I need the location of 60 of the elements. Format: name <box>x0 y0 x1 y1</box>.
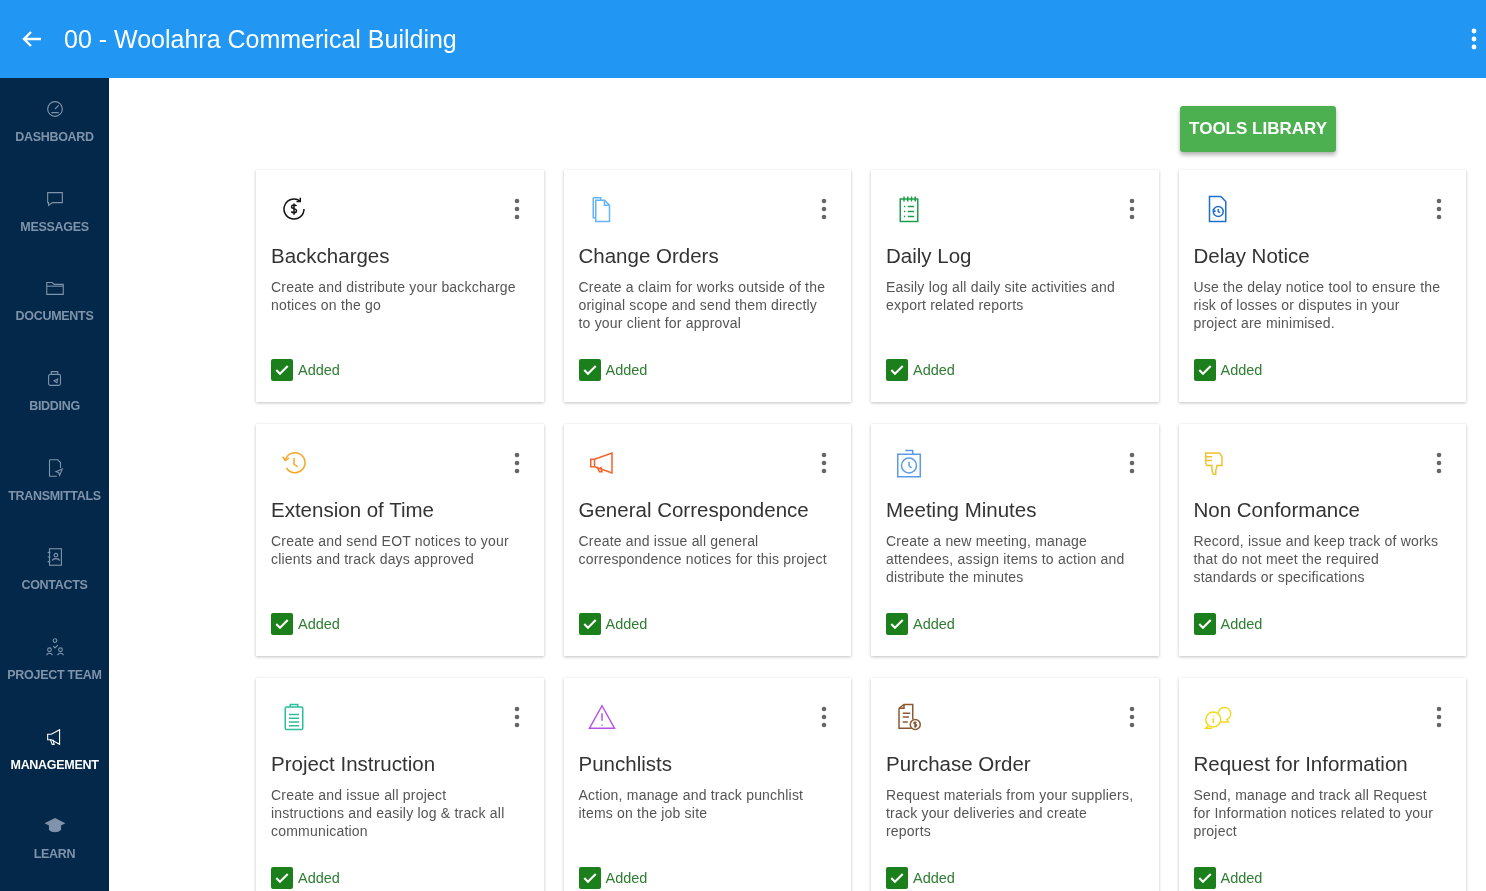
card-menu-icon[interactable] <box>821 452 827 474</box>
card-menu-icon[interactable] <box>1436 706 1442 728</box>
added-checkbox[interactable]: Added <box>578 359 648 381</box>
sidebar-item[interactable]: MANAGEMENT <box>0 711 109 802</box>
card-menu-icon[interactable] <box>821 198 827 220</box>
tool-title: Meeting Minutes <box>886 498 1038 522</box>
sidebar-item[interactable]: DASHBOARD <box>0 84 109 174</box>
card-menu-icon[interactable] <box>1436 198 1442 220</box>
card-menu-icon[interactable] <box>513 452 520 474</box>
sidebar-item[interactable]: TRANSMITTALS <box>0 442 109 533</box>
tool-description: Create and send EOT notices to your clients and track days approved <box>271 532 510 569</box>
tool-title: Purchase Order <box>886 752 1032 776</box>
card-menu-icon[interactable] <box>1128 198 1135 220</box>
tool-title: Project Instruction <box>271 752 437 776</box>
tool-title: Daily Log <box>886 244 973 268</box>
tool-title: Request for Information <box>1193 752 1409 776</box>
added-checkbox[interactable]: Added <box>886 867 955 889</box>
project-title: 00 - Woolahra Commerical Building <box>64 24 458 54</box>
tool-title: Backcharges <box>271 244 391 268</box>
tool-description: Request materials from your suppliers, track your deliveries and create reports <box>886 786 1135 841</box>
added-checkbox[interactable]: Added <box>578 613 648 635</box>
sidebar-item[interactable]: LEARN <box>0 801 109 891</box>
tool-title: Delay Notice <box>1193 244 1311 268</box>
tool-title: General Correspondence <box>578 498 810 522</box>
tool-description: Create and issue all project instructions and easily log & track all communication <box>271 786 506 841</box>
added-checkbox[interactable]: Added <box>271 613 340 635</box>
tool-description: Create and issue all general correspondence notices for this project <box>578 532 827 569</box>
tool-description: Create a claim for works outside of the original scope and send them directly to your client for approval <box>578 278 827 333</box>
tool-description: Create and distribute your backcharge notices on the go <box>271 278 517 315</box>
card-menu-icon[interactable] <box>513 198 520 220</box>
added-checkbox[interactable]: Added <box>1193 359 1263 381</box>
added-checkbox[interactable]: Added <box>271 867 340 889</box>
sidebar-item[interactable]: MESSAGES <box>0 173 109 264</box>
more-options-icon[interactable] <box>1470 28 1478 50</box>
added-checkbox[interactable]: Added <box>578 867 648 889</box>
sidebar-item[interactable]: DOCUMENTS <box>0 263 109 353</box>
sidebar-item[interactable]: PROJECT TEAM <box>0 622 109 712</box>
tool-description: Action, manage and track punchlist items on the job site <box>578 786 805 823</box>
tools-library-button[interactable]: TOOLS LIBRARY <box>1180 106 1336 152</box>
added-checkbox[interactable]: Added <box>1193 613 1263 635</box>
tool-title: Change Orders <box>578 244 720 268</box>
tool-description: Create a new meeting, manage attendees, assign items to action and distribute the minutes <box>886 532 1126 587</box>
added-checkbox[interactable]: Added <box>886 613 955 635</box>
card-menu-icon[interactable] <box>1128 706 1135 728</box>
tool-title: Punchlists <box>578 752 673 776</box>
card-menu-icon[interactable] <box>821 706 827 728</box>
added-checkbox[interactable]: Added <box>886 359 955 381</box>
sidebar-item[interactable]: BIDDING <box>0 353 109 443</box>
added-checkbox[interactable]: Added <box>271 359 340 381</box>
tool-title: Non Conformance <box>1193 498 1361 522</box>
card-menu-icon[interactable] <box>1436 452 1442 474</box>
tool-description: Use the delay notice tool to ensure the risk of losses or disputes in your project are minimised. <box>1193 278 1442 333</box>
tool-description: Easily log all daily site activities and export related reports <box>886 278 1116 315</box>
tool-title: Extension of Time <box>271 498 435 522</box>
sidebar-item[interactable]: CONTACTS <box>0 532 109 623</box>
tool-description: Send, manage and track all Request for Information notices related to your project <box>1193 786 1435 841</box>
card-menu-icon[interactable] <box>1128 452 1135 474</box>
tool-description: Record, issue and keep track of works that do not meet the required standards or specifications <box>1193 532 1440 587</box>
added-checkbox[interactable]: Added <box>1193 867 1263 889</box>
card-menu-icon[interactable] <box>513 706 520 728</box>
